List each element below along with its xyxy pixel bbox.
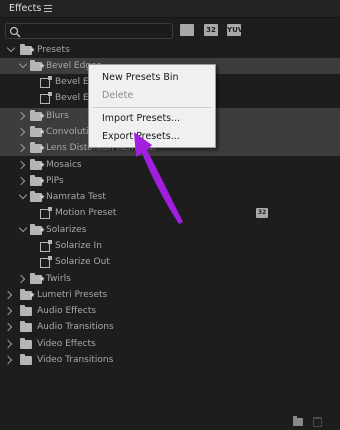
preset-star-icon: ★ xyxy=(29,46,36,54)
new-custom-bin-icon[interactable] xyxy=(293,416,303,426)
preset-star-icon: ★ xyxy=(39,161,46,169)
chevron-right-icon[interactable] xyxy=(16,111,26,121)
preset-icon xyxy=(40,256,52,268)
preset-star-icon: ★ xyxy=(39,128,46,136)
search-box[interactable] xyxy=(5,23,173,39)
tree-item-label: Solarize Out xyxy=(55,257,110,267)
preset-star-icon: ★ xyxy=(39,62,46,70)
chevron-right-icon[interactable] xyxy=(3,306,13,316)
chevron-right-icon[interactable] xyxy=(3,339,13,349)
preset-star-icon: ★ xyxy=(39,226,46,234)
preset-icon xyxy=(40,76,52,88)
preset-star-icon: ★ xyxy=(39,144,46,152)
preset-star-icon: ★ xyxy=(39,177,46,185)
tree-item-label: Lumetri Presets xyxy=(37,290,108,300)
preset-icon xyxy=(40,92,52,104)
tree-item-audio-transitions[interactable]: Audio Transitions xyxy=(0,319,340,335)
tree-item-video-transitions[interactable]: Video Transitions xyxy=(0,352,340,368)
tree-item-pips[interactable]: ★ PiPs xyxy=(0,173,340,189)
tree-item-label: Solarizes xyxy=(46,225,87,235)
preset-icon xyxy=(40,240,52,252)
tree-item-label: Mosaics xyxy=(46,160,82,170)
tree-item-label: Video Transitions xyxy=(37,355,114,365)
tree-item-solarize-in[interactable]: Solarize In xyxy=(0,238,340,254)
chevron-down-icon[interactable] xyxy=(6,43,16,53)
preset-star-icon: ★ xyxy=(39,112,46,120)
menu-item-import-presets[interactable]: Import Presets... xyxy=(102,112,180,126)
tree-item-solarizes[interactable]: ★ Solarizes xyxy=(0,222,340,238)
accelerated-effects-icon[interactable] xyxy=(180,24,194,36)
tree-item-label: Namrata Test xyxy=(46,192,106,202)
tree-item-label: Audio Effects xyxy=(37,306,97,316)
hamburger-menu-icon[interactable] xyxy=(44,5,52,12)
chevron-right-icon[interactable] xyxy=(16,160,26,170)
panel-header: Effects xyxy=(0,0,340,18)
tree-item-label: Motion Preset xyxy=(55,208,117,218)
menu-item-new-presets-bin[interactable]: New Presets Bin xyxy=(102,71,179,85)
chevron-down-icon[interactable] xyxy=(18,223,28,233)
folder-icon xyxy=(20,354,32,365)
tree-item-label: Twirls xyxy=(46,274,71,284)
menu-item-export-presets[interactable]: Export Presets... xyxy=(102,130,180,144)
tree-item-label: Video Effects xyxy=(37,339,96,349)
chevron-right-icon[interactable] xyxy=(16,176,26,186)
chevron-right-icon[interactable] xyxy=(16,274,26,284)
chevron-down-icon[interactable] xyxy=(18,190,28,200)
tree-item-presets[interactable]: ★ Presets xyxy=(0,42,340,58)
tree-item-motion-preset[interactable]: Motion Preset 32 xyxy=(0,205,340,221)
tree-item-label: Blurs xyxy=(46,111,69,121)
folder-icon xyxy=(20,338,32,349)
tree-item-label: Presets xyxy=(37,45,70,55)
tree-item-namrata[interactable]: ★ Namrata Test xyxy=(0,189,340,205)
chevron-right-icon[interactable] xyxy=(16,143,26,153)
preset-icon xyxy=(40,207,52,219)
tree-item-twirls[interactable]: ★ Twirls xyxy=(0,271,340,287)
yuv-icon[interactable]: YUV xyxy=(227,24,243,36)
32bit-badge-icon: 32 xyxy=(256,208,268,218)
chevron-down-icon[interactable] xyxy=(18,59,28,69)
preset-star-icon: ★ xyxy=(29,291,36,299)
context-menu: New Presets Bin Delete Import Presets...… xyxy=(88,64,216,148)
chevron-right-icon[interactable] xyxy=(3,290,13,300)
search-input[interactable] xyxy=(24,25,169,37)
tree-item-label: Audio Transitions xyxy=(37,322,114,332)
32bit-color-icon[interactable]: 32 xyxy=(204,24,218,36)
tree-item-lumetri[interactable]: ★ Lumetri Presets xyxy=(0,287,340,303)
menu-item-delete: Delete xyxy=(102,90,134,101)
folder-icon xyxy=(20,305,32,316)
chevron-right-icon[interactable] xyxy=(3,355,13,365)
tree-item-label: PiPs xyxy=(46,176,64,186)
preset-star-icon: ★ xyxy=(39,193,46,201)
search-icon xyxy=(9,26,21,38)
folder-icon xyxy=(20,321,32,332)
panel-title[interactable]: Effects xyxy=(9,3,41,14)
tree-item-label: Solarize In xyxy=(55,241,102,251)
tree-item-audio-effects[interactable]: Audio Effects xyxy=(0,303,340,319)
tree-item-mosaics[interactable]: ★ Mosaics xyxy=(0,157,340,173)
tree-item-solarize-out[interactable]: Solarize Out xyxy=(0,254,340,270)
preset-star-icon: ★ xyxy=(39,275,46,283)
menu-separator xyxy=(93,107,211,108)
chevron-right-icon[interactable] xyxy=(16,127,26,137)
trash-icon[interactable] xyxy=(313,417,322,427)
chevron-right-icon[interactable] xyxy=(3,322,13,332)
tree-item-video-effects[interactable]: Video Effects xyxy=(0,336,340,352)
